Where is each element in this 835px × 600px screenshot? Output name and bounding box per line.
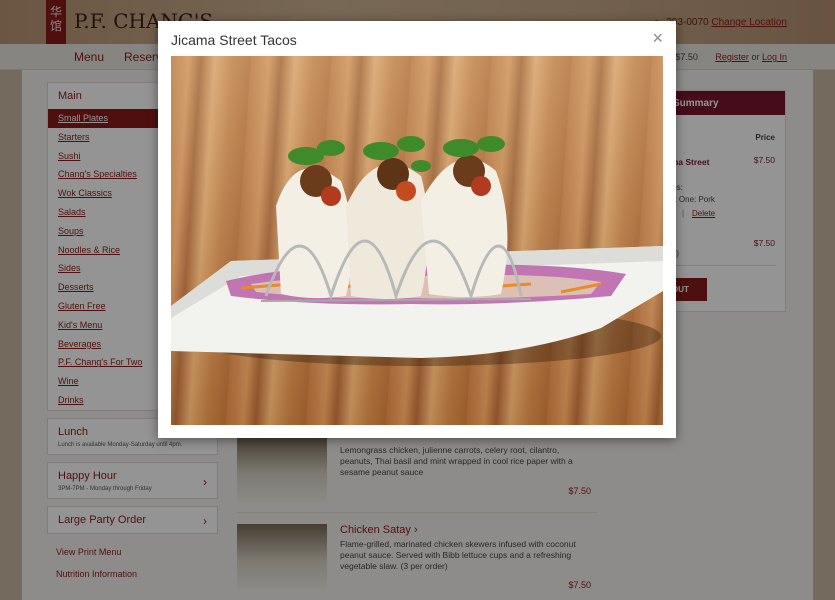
tacos-photo	[171, 56, 663, 425]
modal-title: Jicama Street Tacos	[171, 32, 297, 48]
close-icon[interactable]: ×	[652, 28, 663, 49]
tacos-illustration	[171, 136, 663, 366]
item-image-modal: Jicama Street Tacos ×	[158, 21, 676, 438]
